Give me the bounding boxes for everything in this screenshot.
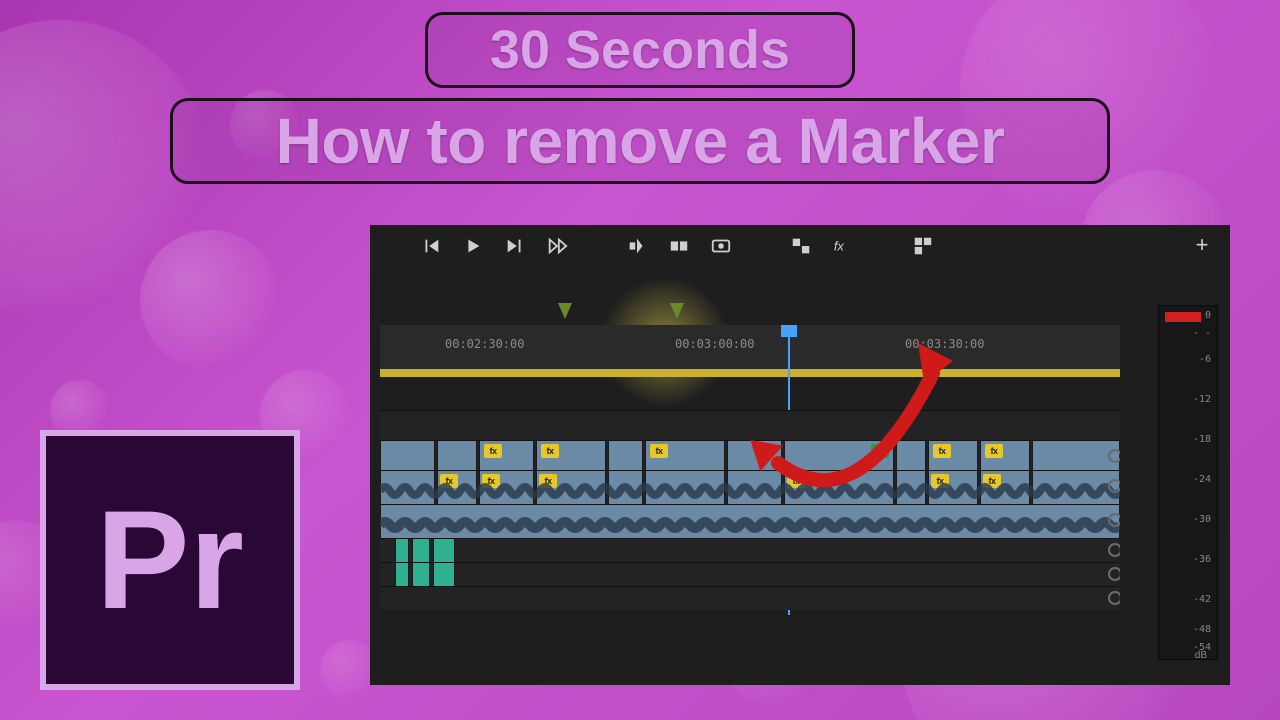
timeline-tracks: fx fx fx fx fx fx fx fx fx fx fx fx xyxy=(380,410,1120,610)
audio-waveform xyxy=(380,481,1120,501)
timeline-screenshot: fx + 00:02:30:00 00:03:00:00 00:03:30:00… xyxy=(370,225,1230,685)
meter-scale-label: -30 xyxy=(1193,514,1211,525)
fx-badge: fx xyxy=(541,444,559,458)
meter-scale-label: 0 xyxy=(1205,310,1211,321)
fx-badge: fx xyxy=(484,444,502,458)
meter-scale-label: - - xyxy=(1193,328,1211,339)
meter-scale-label: -18 xyxy=(1193,434,1211,445)
sync-lock-icon[interactable] xyxy=(1108,567,1120,581)
fx-badge: fx xyxy=(933,444,951,458)
go-to-next-icon[interactable] xyxy=(546,235,568,257)
step-forward-icon[interactable] xyxy=(504,235,526,257)
meter-unit: dB xyxy=(1195,650,1207,661)
settings-icon[interactable] xyxy=(912,235,934,257)
meter-scale-label: -24 xyxy=(1193,474,1211,485)
video-track-v1[interactable]: fx fx fx fx fx fx xyxy=(380,440,1120,470)
meter-scale-label: -48 xyxy=(1193,624,1211,635)
audio-track-a5[interactable] xyxy=(380,586,1120,610)
step-back-icon[interactable] xyxy=(420,235,442,257)
meter-peak-right xyxy=(1183,312,1201,322)
meter-scale-label: -36 xyxy=(1193,554,1211,565)
sync-lock-icon[interactable] xyxy=(1108,449,1120,463)
overwrite-icon[interactable] xyxy=(668,235,690,257)
fx-badge: fx xyxy=(985,444,1003,458)
sync-lock-icon[interactable] xyxy=(1108,591,1120,605)
sync-lock-icon[interactable] xyxy=(1108,543,1120,557)
timeline-marker[interactable] xyxy=(670,303,684,319)
meter-scale-label: -12 xyxy=(1193,394,1211,405)
meter-peak-left xyxy=(1165,312,1183,322)
meter-scale-label: -6 xyxy=(1199,354,1211,365)
sync-lock-icon[interactable] xyxy=(1108,479,1120,493)
time-ruler[interactable]: 00:02:30:00 00:03:00:00 00:03:30:00 xyxy=(380,325,1120,377)
premiere-pro-logo-text: Pr xyxy=(96,479,244,641)
audio-meter: 0 - - -6 -12 -18 -24 -30 -36 -42 -48 -54… xyxy=(1158,305,1218,660)
play-icon[interactable] xyxy=(462,235,484,257)
audio-track-a1[interactable]: fx fx fx fx fx fx xyxy=(380,470,1120,504)
timecode-label: 00:02:30:00 xyxy=(445,337,524,351)
work-area-bar[interactable] xyxy=(380,369,1120,377)
insert-icon[interactable] xyxy=(626,235,648,257)
audio-track-a3[interactable] xyxy=(380,538,1120,562)
premiere-pro-logo: Pr xyxy=(40,430,300,690)
meter-scale-label: -42 xyxy=(1193,594,1211,605)
timecode-label: 00:03:00:00 xyxy=(675,337,754,351)
monitor-toolbar: fx xyxy=(420,231,1060,261)
title-line1: 30 Seconds xyxy=(425,12,855,88)
audio-track-a4[interactable] xyxy=(380,562,1120,586)
timecode-label: 00:03:30:00 xyxy=(905,337,984,351)
apply-transition-icon[interactable] xyxy=(790,235,812,257)
sync-lock-icon[interactable] xyxy=(1108,513,1120,527)
svg-text:fx: fx xyxy=(834,239,845,254)
video-track-v2[interactable] xyxy=(380,410,1120,440)
audio-waveform xyxy=(380,515,1120,535)
timeline-marker[interactable] xyxy=(558,303,572,319)
fx-icon[interactable]: fx xyxy=(832,235,854,257)
add-button[interactable]: + xyxy=(1192,235,1212,255)
fx-badge: fx xyxy=(650,444,668,458)
export-frame-icon[interactable] xyxy=(710,235,732,257)
title-line2: How to remove a Marker xyxy=(170,98,1110,184)
audio-track-a2[interactable] xyxy=(380,504,1120,538)
fx-badge: fx xyxy=(871,444,889,458)
